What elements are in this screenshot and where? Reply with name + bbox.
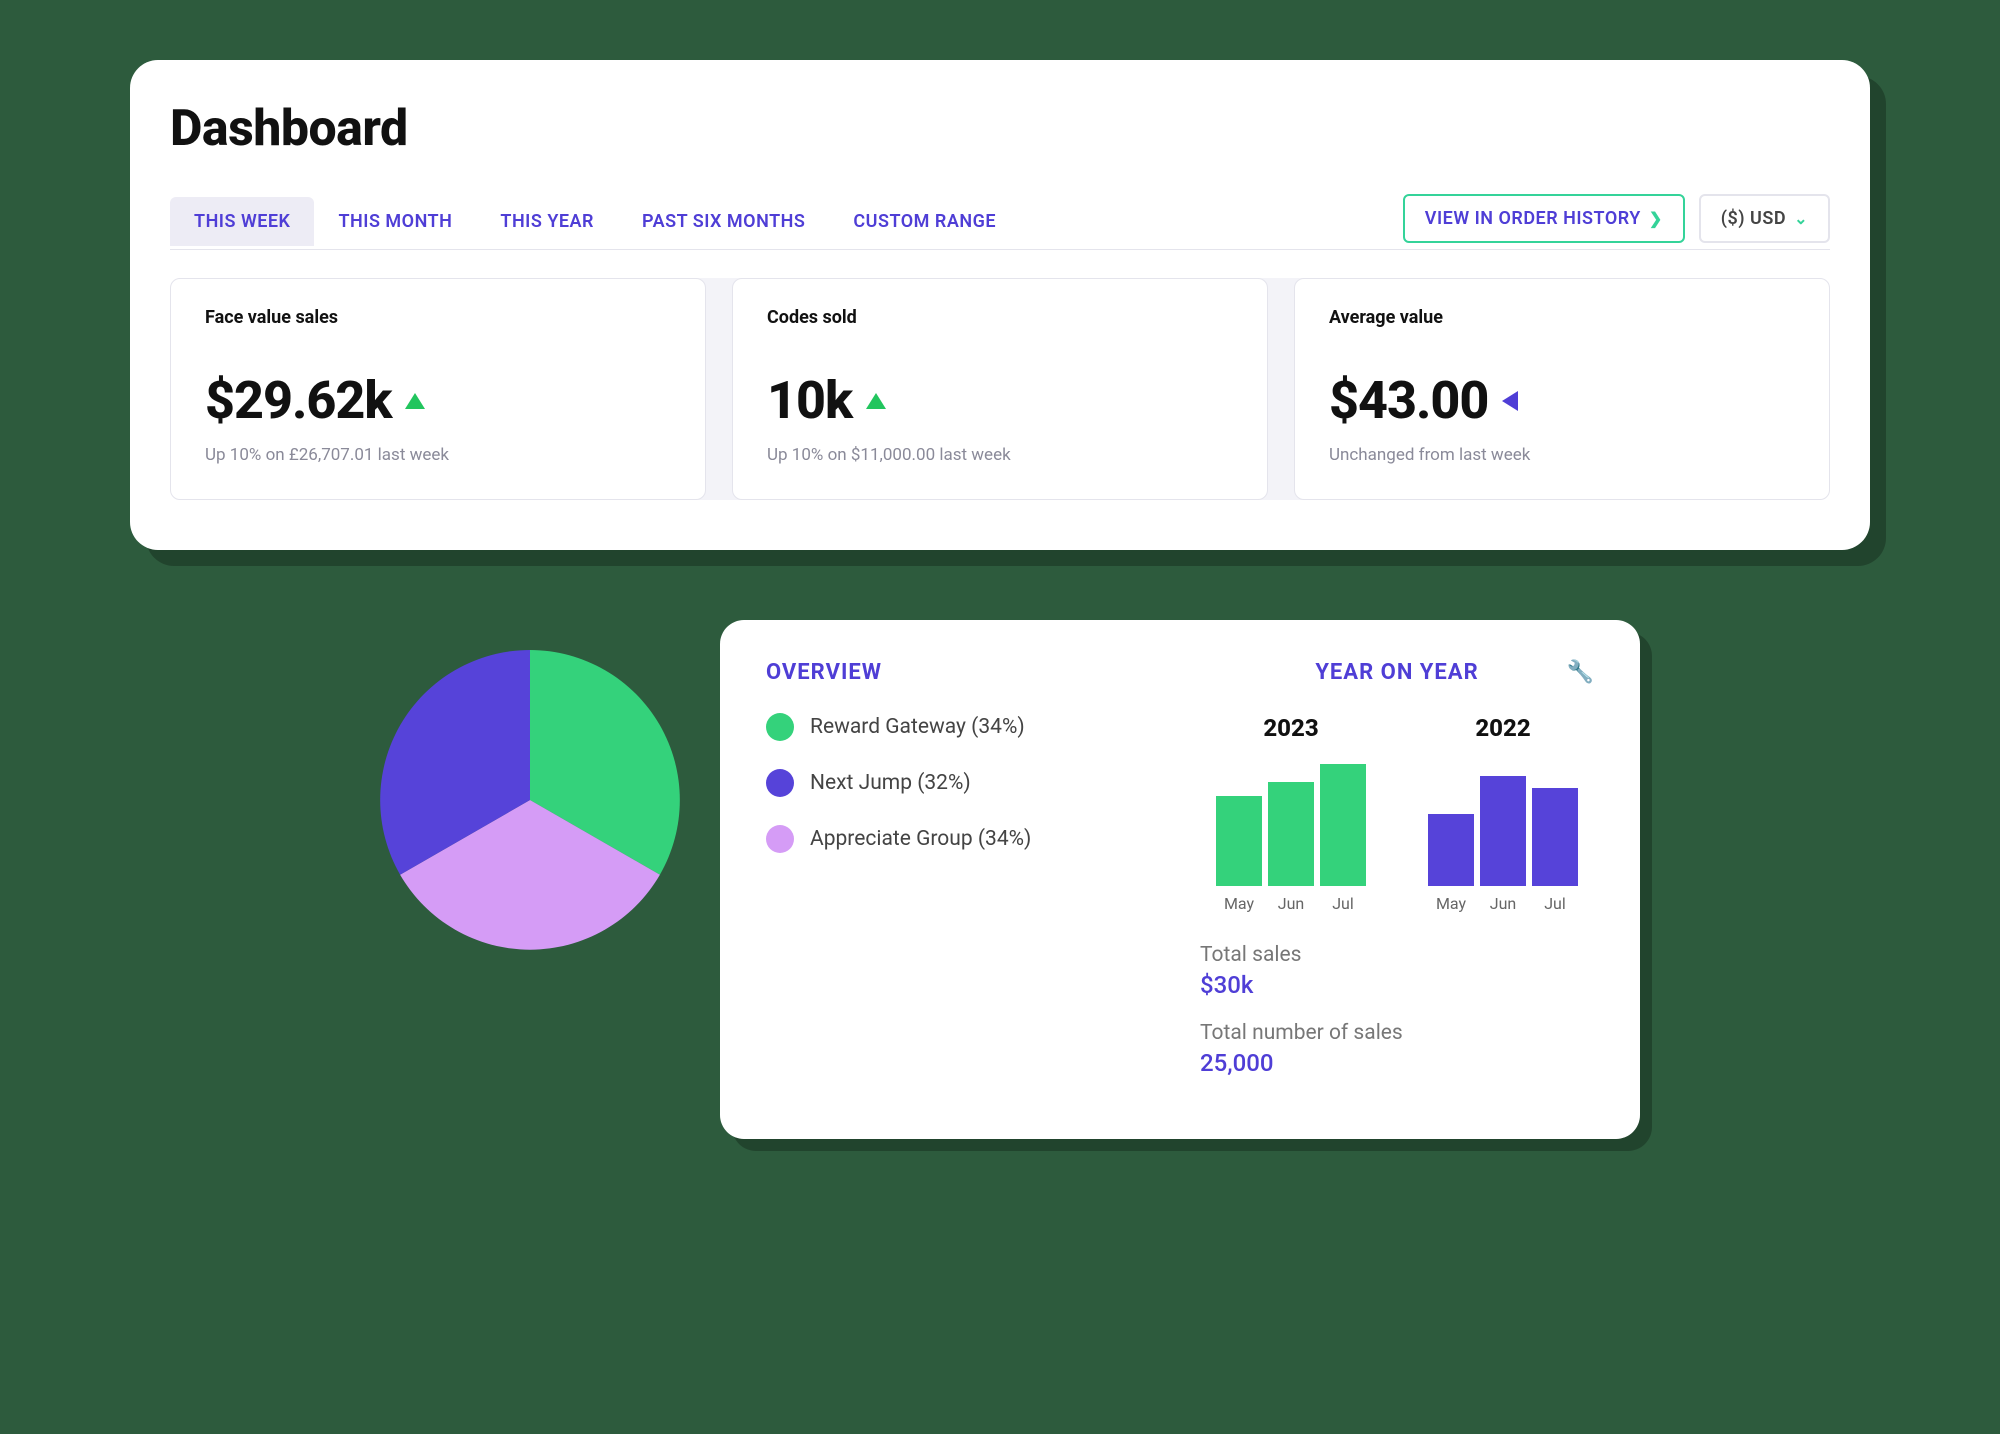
stat-value: 25,000 xyxy=(1200,1049,1594,1077)
metric-label: Average value xyxy=(1329,307,1795,328)
year-on-year-panel: 🔧 YEAR ON YEAR 2023 May Jun Jul xyxy=(1200,660,1594,1099)
view-order-history-button[interactable]: VIEW IN ORDER HISTORY ❯ xyxy=(1403,194,1685,243)
metric-codes-sold: Codes sold 10k Up 10% on $11,000.00 last… xyxy=(732,278,1268,500)
bar-group-year: 2022 xyxy=(1412,714,1594,742)
metrics-row: Face value sales $29.62k Up 10% on £26,7… xyxy=(170,278,1830,500)
metric-label: Face value sales xyxy=(205,307,671,328)
metric-value: $29.62k xyxy=(205,370,391,431)
legend-label: Reward Gateway (34%) xyxy=(810,715,1025,739)
trend-up-icon xyxy=(405,393,425,409)
metric-value: $43.00 xyxy=(1329,370,1488,431)
page-title: Dashboard xyxy=(170,100,1830,158)
tab-custom-range[interactable]: CUSTOM RANGE xyxy=(829,197,1020,246)
bar-month-label: May xyxy=(1216,894,1262,913)
bar xyxy=(1480,776,1526,886)
metric-subtext: Up 10% on £26,707.01 last week xyxy=(205,445,671,465)
legend-dot-icon xyxy=(766,825,794,853)
currency-select[interactable]: ($) USD ⌄ xyxy=(1699,194,1830,243)
bar-month-label: Jun xyxy=(1268,894,1314,913)
metric-value: 10k xyxy=(767,370,852,431)
bar xyxy=(1428,814,1474,886)
stat-total-sales: Total sales $30k xyxy=(1200,943,1594,999)
metric-subtext: Up 10% on $11,000.00 last week xyxy=(767,445,1233,465)
bar xyxy=(1216,796,1262,886)
bar-group-2022: 2022 May Jun Jul xyxy=(1412,714,1594,913)
tab-this-year[interactable]: THIS YEAR xyxy=(476,197,618,246)
year-on-year-title: YEAR ON YEAR xyxy=(1200,660,1594,685)
metric-average-value: Average value $43.00 Unchanged from last… xyxy=(1294,278,1830,500)
stat-value: $30k xyxy=(1200,971,1594,999)
bar-group-year: 2023 xyxy=(1200,714,1382,742)
overview-left: OVERVIEW Reward Gateway (34%) Next Jump … xyxy=(766,660,1160,1099)
bar-month-label: May xyxy=(1428,894,1474,913)
bar xyxy=(1532,788,1578,886)
trend-up-icon xyxy=(866,393,886,409)
bar-month-label: Jul xyxy=(1320,894,1366,913)
bar xyxy=(1268,782,1314,886)
metric-face-value-sales: Face value sales $29.62k Up 10% on £26,7… xyxy=(170,278,706,500)
stat-label: Total sales xyxy=(1200,943,1594,967)
bar-chart: 2023 May Jun Jul 2022 xyxy=(1200,713,1594,913)
tab-this-week[interactable]: THIS WEEK xyxy=(170,197,314,246)
dashboard-card: Dashboard THIS WEEK THIS MONTH THIS YEAR… xyxy=(130,60,1870,550)
tabs-row: THIS WEEK THIS MONTH THIS YEAR PAST SIX … xyxy=(170,194,1830,250)
chevron-right-icon: ❯ xyxy=(1649,209,1663,228)
pie-chart xyxy=(380,650,680,950)
bar-month-label: Jul xyxy=(1532,894,1578,913)
legend-label: Next Jump (32%) xyxy=(810,771,971,795)
stat-total-number: Total number of sales 25,000 xyxy=(1200,1021,1594,1077)
bar-group-2023: 2023 May Jun Jul xyxy=(1200,714,1382,913)
metric-label: Codes sold xyxy=(767,307,1233,328)
tab-this-month[interactable]: THIS MONTH xyxy=(314,197,476,246)
overview-card: OVERVIEW Reward Gateway (34%) Next Jump … xyxy=(720,620,1640,1139)
legend-item-appreciate-group: Appreciate Group (34%) xyxy=(766,825,1160,853)
bar xyxy=(1320,764,1366,886)
lower-section: OVERVIEW Reward Gateway (34%) Next Jump … xyxy=(100,620,1900,1139)
chevron-down-icon: ⌄ xyxy=(1794,209,1808,228)
legend-item-reward-gateway: Reward Gateway (34%) xyxy=(766,713,1160,741)
bar-month-label: Jun xyxy=(1480,894,1526,913)
legend-label: Appreciate Group (34%) xyxy=(810,827,1031,851)
currency-label: ($) USD xyxy=(1721,208,1786,229)
legend-dot-icon xyxy=(766,769,794,797)
overview-title: OVERVIEW xyxy=(766,660,1160,685)
stat-label: Total number of sales xyxy=(1200,1021,1594,1045)
history-button-label: VIEW IN ORDER HISTORY xyxy=(1425,208,1641,229)
legend-item-next-jump: Next Jump (32%) xyxy=(766,769,1160,797)
legend-dot-icon xyxy=(766,713,794,741)
tab-past-six-months[interactable]: PAST SIX MONTHS xyxy=(618,197,829,246)
metric-subtext: Unchanged from last week xyxy=(1329,445,1795,465)
settings-wrench-icon[interactable]: 🔧 xyxy=(1567,660,1594,685)
trend-flat-icon xyxy=(1502,391,1518,411)
